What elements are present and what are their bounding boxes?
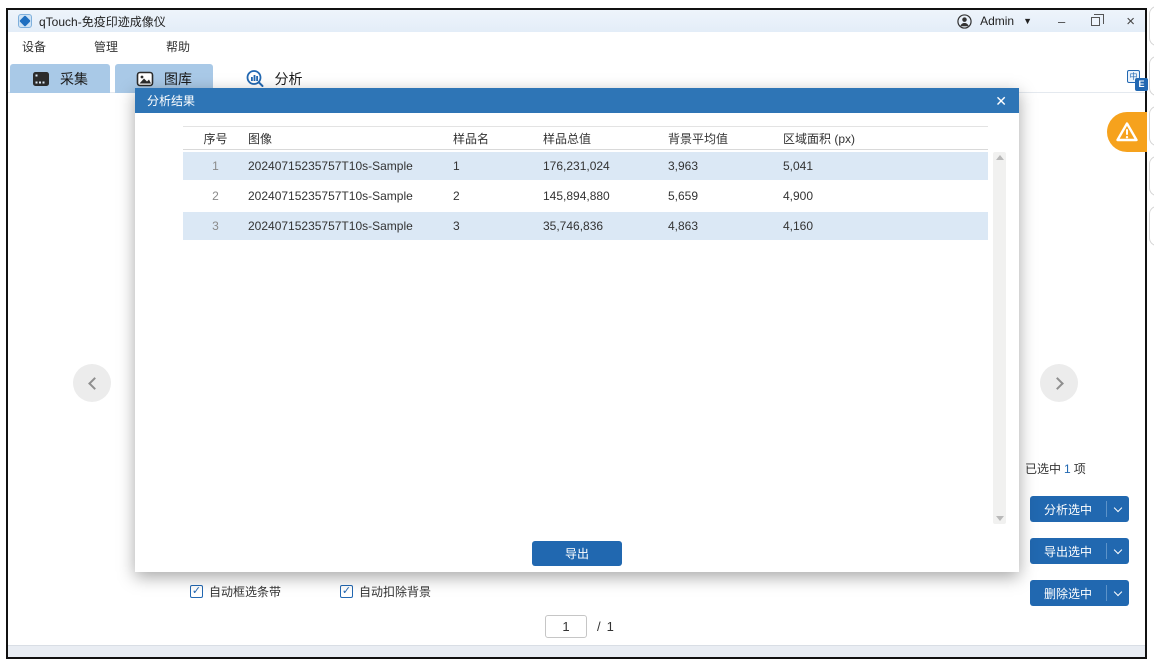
menubar: 设备 管理 帮助 bbox=[8, 32, 1145, 60]
gallery-icon bbox=[136, 70, 154, 88]
screen: qTouch-免疫印迹成像仪 Admin ▼ – × 设备 管理 bbox=[0, 0, 1154, 661]
results-table: 序号 图像 样品名 样品总值 背景平均值 区域面积 (px) 1 2024071… bbox=[183, 126, 988, 240]
checkbox-checked-icon: ✓ bbox=[340, 585, 353, 598]
user-menu[interactable]: Admin bbox=[980, 14, 1014, 28]
titlebar: qTouch-免疫印迹成像仪 Admin ▼ – × bbox=[8, 10, 1145, 32]
table-row[interactable]: 1 20240715235757T10s-Sample 1 176,231,02… bbox=[183, 152, 988, 180]
delete-selected-button[interactable]: 删除选中 bbox=[1030, 580, 1129, 606]
analysis-icon bbox=[245, 69, 265, 89]
warning-triangle-icon bbox=[1115, 121, 1139, 143]
export-selected-button[interactable]: 导出选中 bbox=[1030, 538, 1129, 564]
statusbar bbox=[8, 645, 1145, 657]
scroll-down-icon[interactable] bbox=[996, 516, 1004, 521]
selected-count-text: 已选中1项 bbox=[1025, 460, 1086, 477]
menu-device[interactable]: 设备 bbox=[8, 38, 60, 55]
table-header-row: 序号 图像 样品名 样品总值 背景平均值 区域面积 (px) bbox=[183, 126, 988, 150]
language-switch-icon[interactable]: 中 E bbox=[1127, 70, 1149, 92]
col-area: 区域面积 (px) bbox=[783, 130, 988, 147]
tab-gallery-label: 图库 bbox=[164, 69, 192, 89]
col-image: 图像 bbox=[248, 130, 453, 147]
edge-card bbox=[1149, 206, 1154, 246]
tab-capture-label: 采集 bbox=[60, 69, 88, 89]
export-button[interactable]: 导出 bbox=[532, 541, 622, 566]
export-selected-dropdown[interactable] bbox=[1107, 550, 1129, 553]
checkbox-auto-subtract-bg-label: 自动扣除背景 bbox=[359, 583, 431, 600]
user-avatar-icon bbox=[957, 14, 972, 29]
minimize-button[interactable]: – bbox=[1058, 15, 1065, 28]
page-separator: / bbox=[597, 619, 601, 634]
pagination: / 1 bbox=[545, 615, 614, 638]
scroll-up-icon[interactable] bbox=[996, 155, 1004, 160]
col-sample-name: 样品名 bbox=[453, 130, 543, 147]
warning-badge[interactable] bbox=[1107, 112, 1147, 152]
chevron-down-icon bbox=[1114, 587, 1122, 595]
page-total: 1 bbox=[607, 619, 614, 634]
edge-card bbox=[1149, 156, 1154, 196]
edge-card bbox=[1149, 106, 1154, 146]
edge-card bbox=[1149, 6, 1154, 46]
checkbox-auto-frame[interactable]: ✓ 自动框选条带 bbox=[190, 583, 281, 600]
tab-analysis-label: 分析 bbox=[275, 69, 303, 89]
dialog-header: 分析结果 ✕ bbox=[135, 88, 1019, 113]
user-dropdown-icon[interactable]: ▼ bbox=[1023, 16, 1032, 26]
col-index: 序号 bbox=[183, 130, 248, 147]
app-logo-icon bbox=[18, 14, 32, 28]
capture-icon bbox=[32, 70, 50, 88]
analyze-selected-dropdown[interactable] bbox=[1107, 508, 1129, 511]
chevron-left-icon bbox=[88, 377, 101, 390]
table-row[interactable]: 2 20240715235757T10s-Sample 2 145,894,88… bbox=[183, 182, 988, 210]
analyze-selected-button[interactable]: 分析选中 bbox=[1030, 496, 1129, 522]
chevron-down-icon bbox=[1114, 545, 1122, 553]
table-row[interactable]: 3 20240715235757T10s-Sample 3 35,746,836… bbox=[183, 212, 988, 240]
checkbox-checked-icon: ✓ bbox=[190, 585, 203, 598]
page-number-input[interactable] bbox=[545, 615, 587, 638]
menu-manage[interactable]: 管理 bbox=[80, 38, 132, 55]
next-image-button[interactable] bbox=[1040, 364, 1078, 402]
dialog-scrollbar[interactable] bbox=[993, 152, 1006, 524]
close-button[interactable]: × bbox=[1126, 14, 1135, 29]
checkbox-auto-frame-label: 自动框选条带 bbox=[209, 583, 281, 600]
app-window: qTouch-免疫印迹成像仪 Admin ▼ – × 设备 管理 bbox=[6, 8, 1147, 659]
dialog-title: 分析结果 bbox=[147, 92, 195, 109]
chevron-down-icon bbox=[1114, 503, 1122, 511]
col-sample-total: 样品总值 bbox=[543, 130, 668, 147]
edge-card bbox=[1149, 56, 1154, 96]
app-title: qTouch-免疫印迹成像仪 bbox=[39, 13, 166, 30]
checkbox-auto-subtract-bg[interactable]: ✓ 自动扣除背景 bbox=[340, 583, 431, 600]
tab-capture[interactable]: 采集 bbox=[10, 64, 110, 93]
selected-count-value: 1 bbox=[1064, 462, 1071, 476]
language-en-glyph: E bbox=[1135, 78, 1148, 91]
menu-help[interactable]: 帮助 bbox=[152, 38, 204, 55]
col-bg-avg: 背景平均值 bbox=[668, 130, 783, 147]
chevron-right-icon bbox=[1051, 377, 1064, 390]
delete-selected-dropdown[interactable] bbox=[1107, 592, 1129, 595]
dialog-close-icon[interactable]: ✕ bbox=[995, 94, 1007, 108]
analysis-results-dialog: 分析结果 ✕ 序号 图像 样品名 样品总值 背景平均值 区域面积 (px) 1 … bbox=[135, 88, 1019, 572]
restore-button[interactable] bbox=[1091, 17, 1100, 26]
prev-image-button[interactable] bbox=[73, 364, 111, 402]
